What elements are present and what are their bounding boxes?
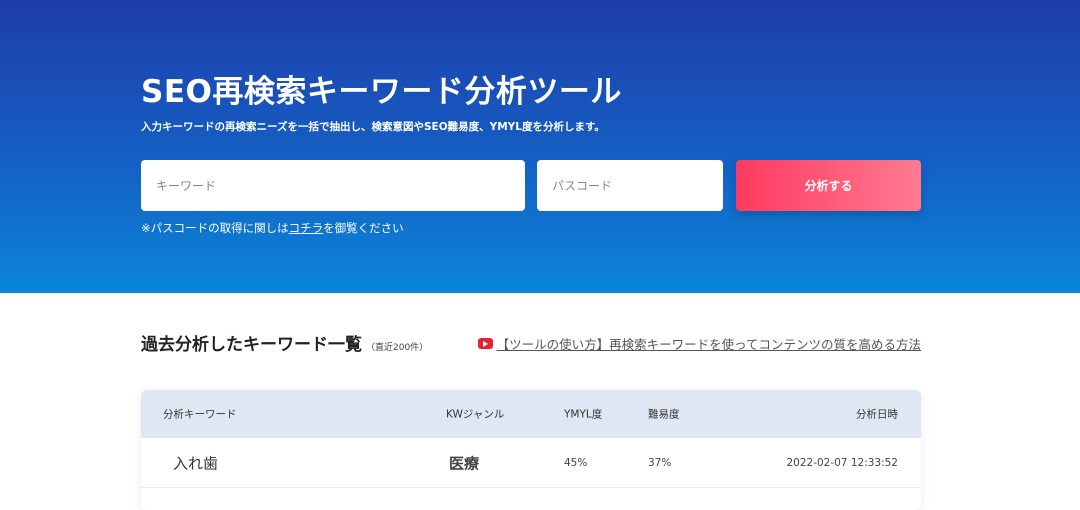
row-ymyl: 45%: [564, 456, 588, 469]
passcode-note-prefix: ※パスコードの取得に関しは: [141, 221, 289, 235]
history-title: 過去分析したキーワード一覧 （直近200件）: [141, 330, 428, 355]
column-header-date: 分析日時: [856, 408, 898, 421]
hero-section: SEO再検索キーワード分析ツール 入力キーワードの再検索ニーズを一括で抽出し、検…: [0, 0, 1080, 293]
row-difficulty: 37%: [648, 456, 672, 469]
row-date: 2022-02-07 12:33:52: [786, 456, 898, 469]
page-title: SEO再検索キーワード分析ツール: [141, 74, 622, 110]
history-title-text: 過去分析したキーワード一覧: [141, 335, 362, 355]
column-header-ymyl: YMYL度: [564, 408, 603, 421]
page-subtitle: 入力キーワードの再検索ニーズを一括で抽出し、検索意図やSEO難易度、YMYL度を…: [141, 121, 605, 133]
column-header-difficulty: 難易度: [648, 408, 680, 421]
how-to-video-label: 【ツールの使い方】再検索キーワードを使ってコンテンツの質を高める方法: [496, 337, 921, 352]
history-table: 分析キーワード KWジャンル YMYL度 難易度 分析日時 入れ歯 医療 45%…: [141, 390, 921, 510]
history-title-sub: （直近200件）: [366, 343, 429, 353]
row-keyword[interactable]: 入れ歯: [173, 452, 218, 473]
column-header-genre: KWジャンル: [446, 408, 505, 421]
table-row[interactable]: 入れ歯 医療 45% 37% 2022-02-07 12:33:52: [141, 438, 921, 488]
how-to-video-link[interactable]: 【ツールの使い方】再検索キーワードを使ってコンテンツの質を高める方法: [477, 334, 921, 353]
keyword-input[interactable]: [141, 160, 525, 211]
passcode-info-link[interactable]: コチラ: [289, 221, 324, 235]
passcode-input[interactable]: [537, 160, 723, 211]
passcode-note-suffix: を御覧ください: [323, 221, 404, 235]
passcode-note: ※パスコードの取得に関しはコチラを御覧ください: [141, 220, 404, 236]
row-genre: 医療: [449, 454, 480, 472]
column-header-keyword: 分析キーワード: [163, 408, 237, 421]
table-header: 分析キーワード KWジャンル YMYL度 難易度 分析日時: [141, 390, 921, 438]
youtube-play-icon: [477, 338, 493, 349]
analyze-button[interactable]: 分析する: [736, 160, 921, 211]
